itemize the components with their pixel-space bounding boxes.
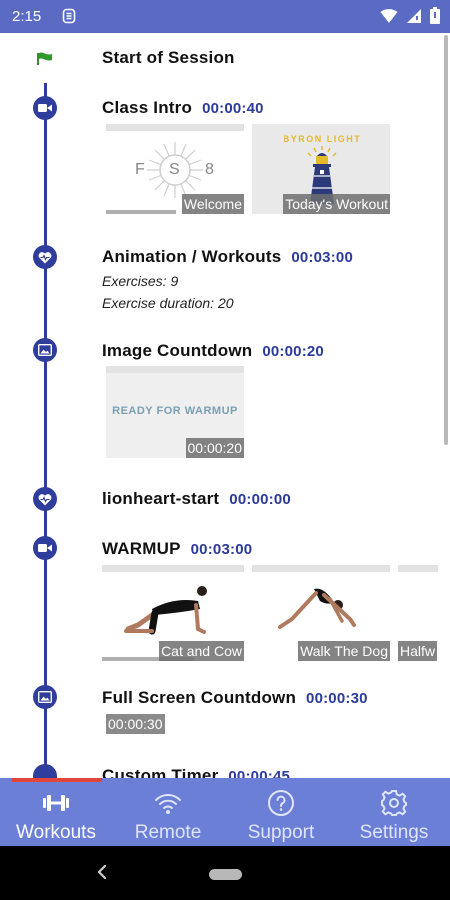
timeline-item[interactable]: Class Intro 00:00:40 bbox=[102, 98, 264, 118]
logo-letter: 8 bbox=[205, 161, 214, 178]
nav-remote[interactable]: Remote bbox=[112, 778, 224, 846]
cell-signal-icon bbox=[407, 8, 421, 23]
nav-label: Remote bbox=[134, 822, 202, 843]
gear-icon bbox=[381, 790, 407, 816]
media-thumbnail[interactable]: F S 8 Welcome bbox=[106, 124, 244, 214]
image-icon bbox=[33, 685, 57, 709]
nav-workouts[interactable]: Workouts bbox=[0, 778, 112, 846]
item-title: Custom Timer bbox=[102, 766, 219, 778]
item-duration: 00:00:45 bbox=[228, 768, 291, 778]
item-duration: 00:00:20 bbox=[262, 343, 324, 360]
item-duration: 00:00:30 bbox=[306, 690, 368, 707]
exercise-figure bbox=[278, 588, 356, 629]
back-icon[interactable] bbox=[92, 860, 112, 884]
nav-settings[interactable]: Settings bbox=[338, 778, 450, 846]
home-pill[interactable] bbox=[209, 869, 242, 880]
timeline-item[interactable]: Animation / Workouts 00:03:00 bbox=[102, 247, 353, 267]
thumb-bar bbox=[252, 565, 390, 572]
status-time: 2:15 bbox=[12, 8, 42, 25]
item-title: Animation / Workouts bbox=[102, 247, 282, 266]
media-thumbnail[interactable]: Halfw bbox=[398, 565, 438, 661]
brand-text: BYRON LIGHT bbox=[284, 134, 360, 144]
item-duration: 00:03:00 bbox=[291, 249, 354, 266]
logo-letter: S bbox=[169, 161, 180, 178]
bottom-nav: Workouts Remote Support Settings bbox=[0, 778, 450, 846]
status-icons bbox=[380, 7, 440, 24]
item-duration: 00:00:00 bbox=[229, 491, 291, 508]
image-icon bbox=[33, 338, 57, 362]
wifi-signal-icon bbox=[380, 8, 398, 23]
timeline-item[interactable]: Custom Timer 00:00:45 bbox=[102, 766, 290, 778]
item-title: Image Countdown bbox=[102, 341, 253, 360]
timeline-item[interactable]: Start of Session bbox=[102, 48, 235, 68]
timeline-item[interactable]: WARMUP 00:03:00 bbox=[102, 539, 252, 559]
lighthouse-image: BYRON LIGHT bbox=[284, 134, 360, 204]
heart-pulse-icon bbox=[33, 245, 57, 269]
media-thumbnail[interactable]: BYRON LIGHT Today's Workout bbox=[252, 124, 390, 214]
notification-icon bbox=[62, 8, 76, 24]
timeline-item[interactable]: Full Screen Countdown 00:00:30 bbox=[102, 688, 368, 708]
timeline-line bbox=[44, 83, 47, 778]
logo-letter: F bbox=[135, 161, 145, 178]
thumb-label: Halfw bbox=[398, 641, 438, 661]
video-icon bbox=[33, 536, 57, 560]
thumb-label: Today's Workout bbox=[283, 194, 390, 214]
system-nav-bar bbox=[0, 846, 450, 900]
item-duration: 00:03:00 bbox=[190, 541, 253, 558]
flag-icon bbox=[37, 52, 52, 65]
item-title: lionheart-start bbox=[102, 489, 220, 508]
thumb-label: Welcome bbox=[181, 194, 244, 214]
wifi-icon bbox=[155, 794, 181, 814]
thumb-text: READY FOR WARMUP bbox=[112, 405, 238, 417]
item-duration: 00:00:40 bbox=[202, 100, 264, 117]
session-timeline[interactable]: Start of Session Class Intro 00:00:40 F S… bbox=[0, 33, 450, 778]
thumb-bar bbox=[106, 366, 244, 373]
battery-icon bbox=[430, 7, 440, 24]
nav-label: Settings bbox=[359, 822, 429, 843]
countdown-badge: 00:00:30 bbox=[106, 714, 165, 734]
nav-label: Workouts bbox=[16, 822, 96, 843]
item-detail: Exercise duration: 20 bbox=[102, 295, 234, 311]
question-icon bbox=[268, 790, 294, 816]
item-title: Class Intro bbox=[102, 98, 193, 117]
video-icon bbox=[33, 96, 57, 120]
item-title: Full Screen Countdown bbox=[102, 688, 297, 707]
timer-icon bbox=[33, 764, 57, 778]
media-thumbnail[interactable]: Walk The Dog bbox=[252, 565, 390, 661]
item-title: WARMUP bbox=[102, 539, 181, 558]
exercise-figure bbox=[124, 586, 207, 635]
media-thumbnail[interactable]: Cat and Cow bbox=[102, 565, 244, 661]
nav-label: Support bbox=[247, 822, 315, 843]
timeline-item[interactable]: lionheart-start 00:00:00 bbox=[102, 489, 291, 509]
thumb-progress bbox=[106, 210, 176, 214]
item-detail: Exercises: 9 bbox=[102, 273, 179, 289]
nav-support[interactable]: Support bbox=[225, 778, 337, 846]
thumb-label: Cat and Cow bbox=[159, 641, 244, 661]
timeline-item[interactable]: Image Countdown 00:00:20 bbox=[102, 341, 324, 361]
media-thumbnail[interactable]: READY FOR WARMUP 00:00:20 bbox=[106, 366, 244, 458]
thumb-bar bbox=[398, 565, 438, 572]
scrollbar[interactable] bbox=[444, 35, 448, 445]
heart-pulse-icon bbox=[33, 487, 57, 511]
item-title: Start of Session bbox=[102, 48, 235, 67]
thumb-bar bbox=[106, 124, 244, 131]
dumbbell-icon bbox=[43, 795, 69, 811]
status-bar: 2:15 bbox=[0, 0, 450, 33]
thumb-bar bbox=[102, 565, 244, 572]
thumb-label: 00:00:20 bbox=[185, 438, 244, 458]
thumb-label: Walk The Dog bbox=[298, 641, 390, 661]
